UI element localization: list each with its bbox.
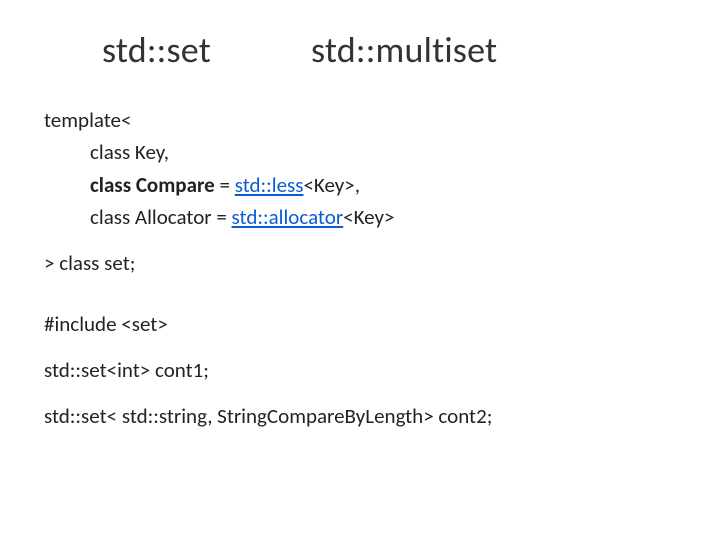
spacer — [44, 342, 676, 356]
allocator-suffix: <Key> — [343, 204, 394, 230]
spacer — [44, 282, 676, 296]
compare-eq: = — [215, 172, 235, 198]
declaration-cont2: std::set< std::string, StringCompareByLe… — [44, 402, 676, 430]
declaration-cont1: std::set<int> cont1; — [44, 356, 676, 384]
template-close: > class set; — [44, 249, 676, 277]
slide: std::set std::multiset template< class K… — [0, 0, 720, 540]
allocator-prefix: class Allocator = — [90, 204, 232, 230]
slide-title: std::set std::multiset — [44, 28, 676, 72]
compare-suffix: <Key>, — [303, 172, 360, 198]
template-param-compare: class Compare = std::less<Key>, — [44, 171, 676, 199]
template-param-allocator: class Allocator = std::allocator<Key> — [44, 203, 676, 231]
slide-body: template< class Key, class Compare = std… — [44, 106, 676, 431]
spacer — [44, 235, 676, 249]
compare-label: class Compare — [90, 172, 215, 198]
include-directive: #include <set> — [44, 310, 676, 338]
std-less-link[interactable]: std::less — [235, 172, 304, 198]
std-allocator-link[interactable]: std::allocator — [232, 204, 344, 230]
spacer — [44, 388, 676, 402]
template-open: template< — [44, 106, 676, 134]
spacer — [44, 296, 676, 310]
template-param-key: class Key, — [44, 138, 676, 166]
